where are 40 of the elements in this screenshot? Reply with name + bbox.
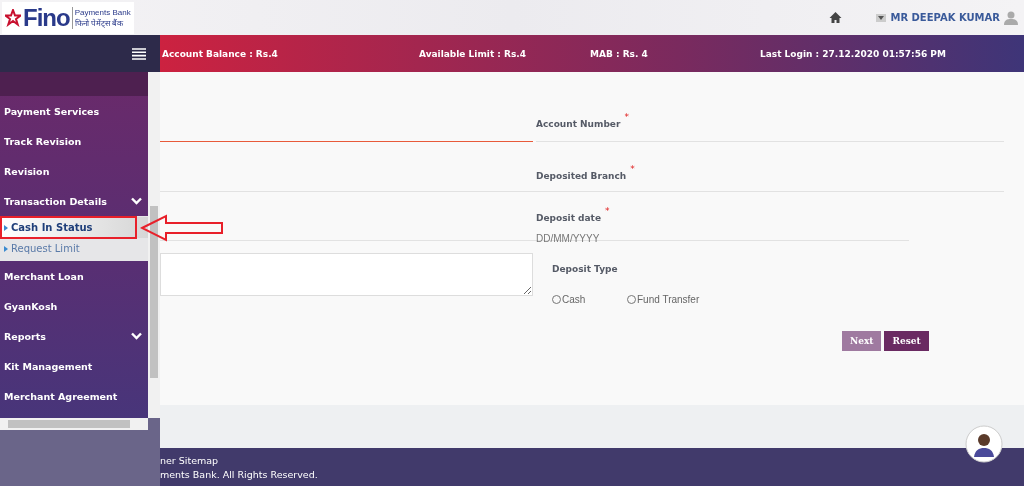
form-button[interactable]: Reset xyxy=(884,331,929,351)
chevron-down-icon xyxy=(131,197,142,205)
sidebar-menu-item[interactable]: Track Revision xyxy=(0,126,148,156)
user-name[interactable]: MR DEEPAK KUMAR xyxy=(890,12,1000,23)
caret-right-icon xyxy=(4,245,8,252)
account-info-text: Available Limit : Rs.4 xyxy=(419,48,527,59)
field-label: Deposited Branch xyxy=(536,171,627,181)
sidebar-menu-item[interactable]: GyanKosh xyxy=(0,291,148,321)
required-mark: * xyxy=(605,206,610,216)
sidebar-menu-item[interactable]: Payment Services xyxy=(0,96,148,126)
field-label: Account Number xyxy=(536,119,621,129)
radio-label[interactable]: Fund Transfer xyxy=(637,294,700,305)
user-icon xyxy=(1004,10,1018,25)
submenu-item[interactable]: Request Limit xyxy=(0,238,148,259)
radio-label[interactable]: Cash xyxy=(562,294,586,305)
menu-icon[interactable] xyxy=(132,47,146,60)
star-logo-icon xyxy=(5,8,21,27)
required-mark: * xyxy=(630,164,635,174)
horizontal-scrollbar[interactable] xyxy=(0,418,148,430)
required-mark: * xyxy=(624,112,629,122)
field-label: Deposit Type xyxy=(552,264,618,274)
footer-link[interactable]: ner Sitemap xyxy=(160,454,1024,466)
sidebar-menu-item[interactable]: Revision xyxy=(0,156,148,186)
date-input-field[interactable]: DD/MM/YYYY xyxy=(536,233,909,244)
sidebar-menu-item[interactable]: Merchant Loan xyxy=(0,261,148,291)
home-icon[interactable] xyxy=(829,11,843,24)
account-info-text: Account Balance : Rs.4 xyxy=(162,48,279,59)
vertical-scrollbar[interactable] xyxy=(148,72,160,418)
sidebar-menu-item[interactable]: Merchant Agreement xyxy=(0,381,148,411)
account-info-text: MAB : Rs. 4 xyxy=(590,48,649,59)
chevron-down-icon xyxy=(131,332,142,340)
dropdown-caret-icon[interactable] xyxy=(876,13,887,22)
caret-right-icon xyxy=(4,224,8,231)
sidebar-menu-item[interactable]: Reports xyxy=(0,321,148,351)
field-label: Deposit date xyxy=(536,213,601,223)
sidebar-menu-item[interactable]: Kit Management xyxy=(0,351,148,381)
account-info-text: Last Login : 27.12.2020 01:57:56 PM xyxy=(760,48,947,59)
sidebar-menu-item[interactable]: Transaction Details xyxy=(0,186,148,216)
copyright-text: ments Bank. All Rights Reserved. xyxy=(160,468,319,480)
chatbot-avatar-icon[interactable] xyxy=(965,425,1003,463)
